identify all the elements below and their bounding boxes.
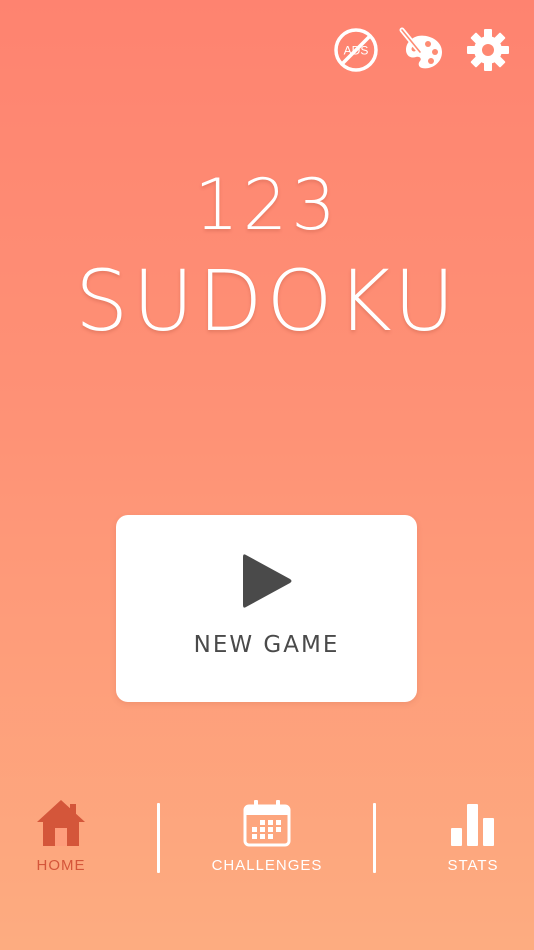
app-title: 123 SUDOKU (0, 165, 534, 351)
nav-item-home[interactable]: HOME (0, 795, 136, 874)
home-icon (37, 800, 85, 846)
calendar-icon (243, 800, 291, 847)
theme-button[interactable] (398, 26, 446, 74)
nav-divider (157, 803, 160, 873)
theme-palette-icon (399, 27, 442, 69)
bottom-nav: HOME CHALLENGES STATS (0, 795, 534, 885)
nav-item-challenges[interactable]: CHALLENGES (192, 795, 342, 874)
nav-label-home: HOME (36, 857, 86, 874)
top-toolbar: ADS (332, 26, 512, 74)
title-word: SUDOKU (75, 252, 459, 350)
no-ads-text: ADS (344, 44, 369, 58)
title-number: 123 (194, 164, 340, 246)
play-icon (243, 554, 292, 608)
no-ads-icon: ADS (334, 28, 378, 72)
bar-chart-icon (451, 804, 494, 846)
nav-item-stats[interactable]: STATS (398, 795, 534, 874)
nav-label-stats: STATS (447, 857, 499, 874)
nav-divider (373, 803, 376, 873)
nav-label-challenges: CHALLENGES (211, 857, 323, 874)
settings-button[interactable] (464, 26, 512, 74)
settings-gear-icon (467, 29, 509, 71)
new-game-label: NEW GAME (193, 632, 340, 658)
remove-ads-button[interactable]: ADS (332, 26, 380, 74)
